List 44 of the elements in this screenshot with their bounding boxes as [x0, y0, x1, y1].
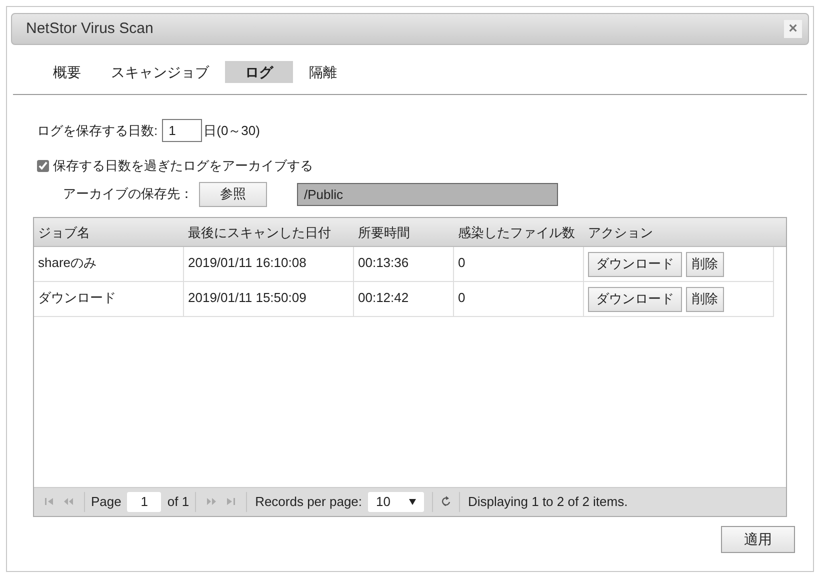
- column-header: 所要時間: [357, 224, 411, 242]
- table-cell: 2019/01/11 15:50:09: [184, 282, 354, 316]
- close-button[interactable]: ×: [784, 20, 802, 38]
- column-header: ジョブ名: [37, 224, 91, 242]
- tab[interactable]: 概要: [39, 61, 95, 83]
- table-cell: 2019/01/11 16:10:08: [184, 246, 354, 280]
- records-label: Records per page:: [255, 492, 362, 511]
- table-cell: shareのみ: [34, 246, 184, 280]
- field-suffix: 日(0～30): [204, 122, 260, 140]
- page-count: of 1: [167, 492, 190, 511]
- page-input[interactable]: 1: [127, 492, 162, 512]
- column-header: 最後にスキャンした日付: [187, 224, 332, 242]
- tab[interactable]: ログ: [225, 61, 293, 83]
- table-cell: 0: [454, 282, 584, 316]
- tab[interactable]: 隔離: [295, 61, 351, 83]
- checkbox-label: 保存する日数を過ぎたログをアーカイブする: [53, 157, 313, 175]
- last-page-icon[interactable]: [226, 498, 236, 505]
- delete-button[interactable]: 削除: [686, 252, 724, 276]
- path-field[interactable]: /Public: [297, 182, 558, 206]
- field-label: アーカイブの保存先：: [63, 185, 193, 204]
- page-label: Page: [91, 492, 122, 511]
- table-cell: 00:13:36: [354, 246, 454, 280]
- column-header: 感染したファイル数: [457, 224, 576, 242]
- archive-checkbox[interactable]: [37, 160, 49, 172]
- apply-button[interactable]: 適用: [721, 526, 795, 552]
- pager-summary: Displaying 1 to 2 of 2 items.: [467, 492, 629, 511]
- records-dropdown[interactable]: 10: [368, 492, 424, 512]
- table-cell: ダウンロード: [34, 282, 184, 316]
- delete-button[interactable]: 削除: [686, 286, 724, 312]
- tab[interactable]: スキャンジョブ: [97, 61, 223, 83]
- field-label: ログを保存する日数:: [37, 122, 158, 140]
- refresh-icon[interactable]: [441, 496, 452, 507]
- table-cell: 0: [454, 246, 584, 280]
- next-page-icon[interactable]: [207, 498, 216, 505]
- first-page-icon[interactable]: [45, 498, 54, 505]
- previous-page-icon[interactable]: [64, 498, 73, 505]
- days-input[interactable]: 1: [162, 119, 202, 142]
- column-header: アクション: [587, 224, 654, 242]
- browse-button[interactable]: 参照: [199, 182, 267, 206]
- caret-icon: [409, 498, 416, 504]
- window-title: NetStor Virus Scan: [26, 18, 154, 39]
- download-button[interactable]: ダウンロード: [588, 286, 682, 312]
- table-cell: 00:12:42: [354, 282, 454, 316]
- download-button[interactable]: ダウンロード: [588, 252, 682, 276]
